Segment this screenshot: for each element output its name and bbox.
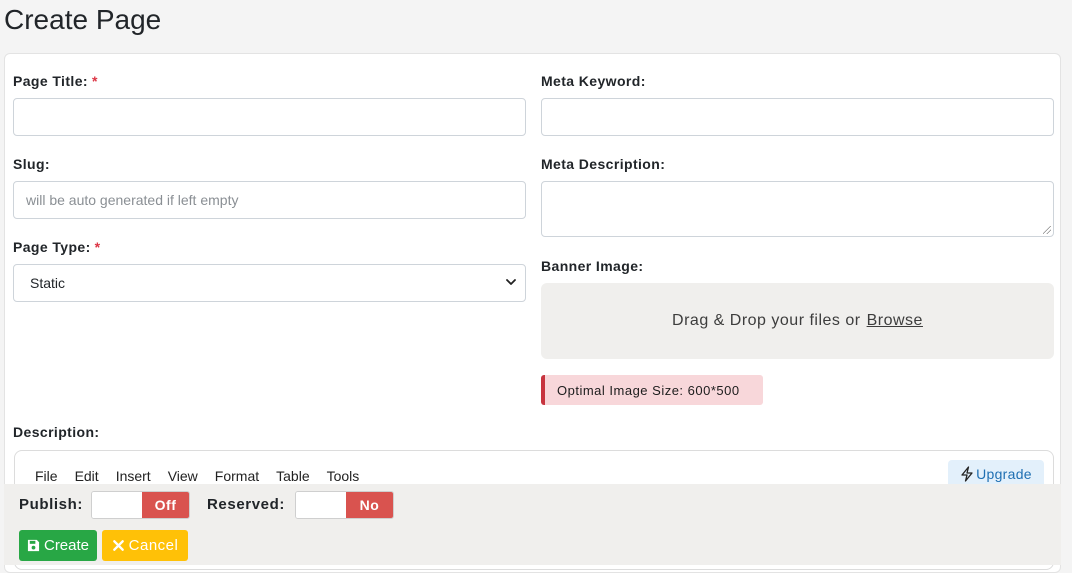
page-title-label: Page Title: * [13, 73, 98, 89]
meta-description-label: Meta Description: [541, 156, 666, 172]
slug-label: Slug: [13, 156, 50, 172]
page-title-input[interactable] [13, 98, 526, 136]
menu-view[interactable]: View [168, 468, 198, 484]
required-mark: * [94, 239, 101, 255]
page-type-label: Page Type: * [13, 239, 101, 255]
menu-insert[interactable]: Insert [116, 468, 151, 484]
publish-toggle[interactable]: Off [91, 491, 190, 519]
upgrade-label: Upgrade [976, 466, 1032, 482]
page-title: Create Page [4, 4, 162, 35]
menu-table[interactable]: Table [276, 468, 309, 484]
description-label: Description: [13, 424, 100, 440]
resize-handle-icon[interactable] [1043, 226, 1051, 234]
meta-keyword-input[interactable] [541, 98, 1054, 136]
banner-image-label: Banner Image: [541, 258, 644, 274]
lightning-icon [961, 466, 973, 482]
close-icon [112, 540, 124, 551]
reserved-label: Reserved: [207, 496, 285, 513]
page-type-selected: Static [30, 275, 66, 291]
slug-input[interactable] [13, 181, 526, 219]
toggle-knob [92, 492, 143, 518]
meta-description-textarea[interactable] [541, 181, 1054, 237]
image-size-hint: Optimal Image Size: 600*500 [541, 375, 763, 405]
publish-state: Off [142, 492, 189, 518]
create-button[interactable]: Create [19, 530, 97, 561]
save-icon [27, 539, 40, 552]
toggle-knob [296, 492, 347, 518]
dropzone-text: Drag & Drop your files or [672, 312, 861, 329]
reserved-state: No [346, 492, 393, 518]
publish-label: Publish: [19, 496, 83, 513]
menu-edit[interactable]: Edit [75, 468, 99, 484]
browse-link[interactable]: Browse [867, 312, 923, 330]
create-label: Create [43, 537, 90, 554]
menu-file[interactable]: File [35, 468, 58, 484]
cancel-button[interactable]: Cancel [102, 530, 188, 561]
form-footer: Publish: Off Reserved: No Create Cancel [4, 484, 1061, 565]
required-mark: * [91, 73, 98, 89]
banner-image-dropzone[interactable]: Drag & Drop your files or Browse [541, 283, 1054, 359]
meta-keyword-label: Meta Keyword: [541, 73, 646, 89]
chevron-down-icon [506, 279, 516, 285]
cancel-label: Cancel [128, 537, 179, 554]
menu-tools[interactable]: Tools [327, 468, 360, 484]
editor-menubar: File Edit Insert View Format Table Tools [35, 468, 376, 484]
menu-format[interactable]: Format [215, 468, 259, 484]
page-type-select[interactable]: Static [13, 264, 526, 302]
reserved-toggle[interactable]: No [295, 491, 394, 519]
